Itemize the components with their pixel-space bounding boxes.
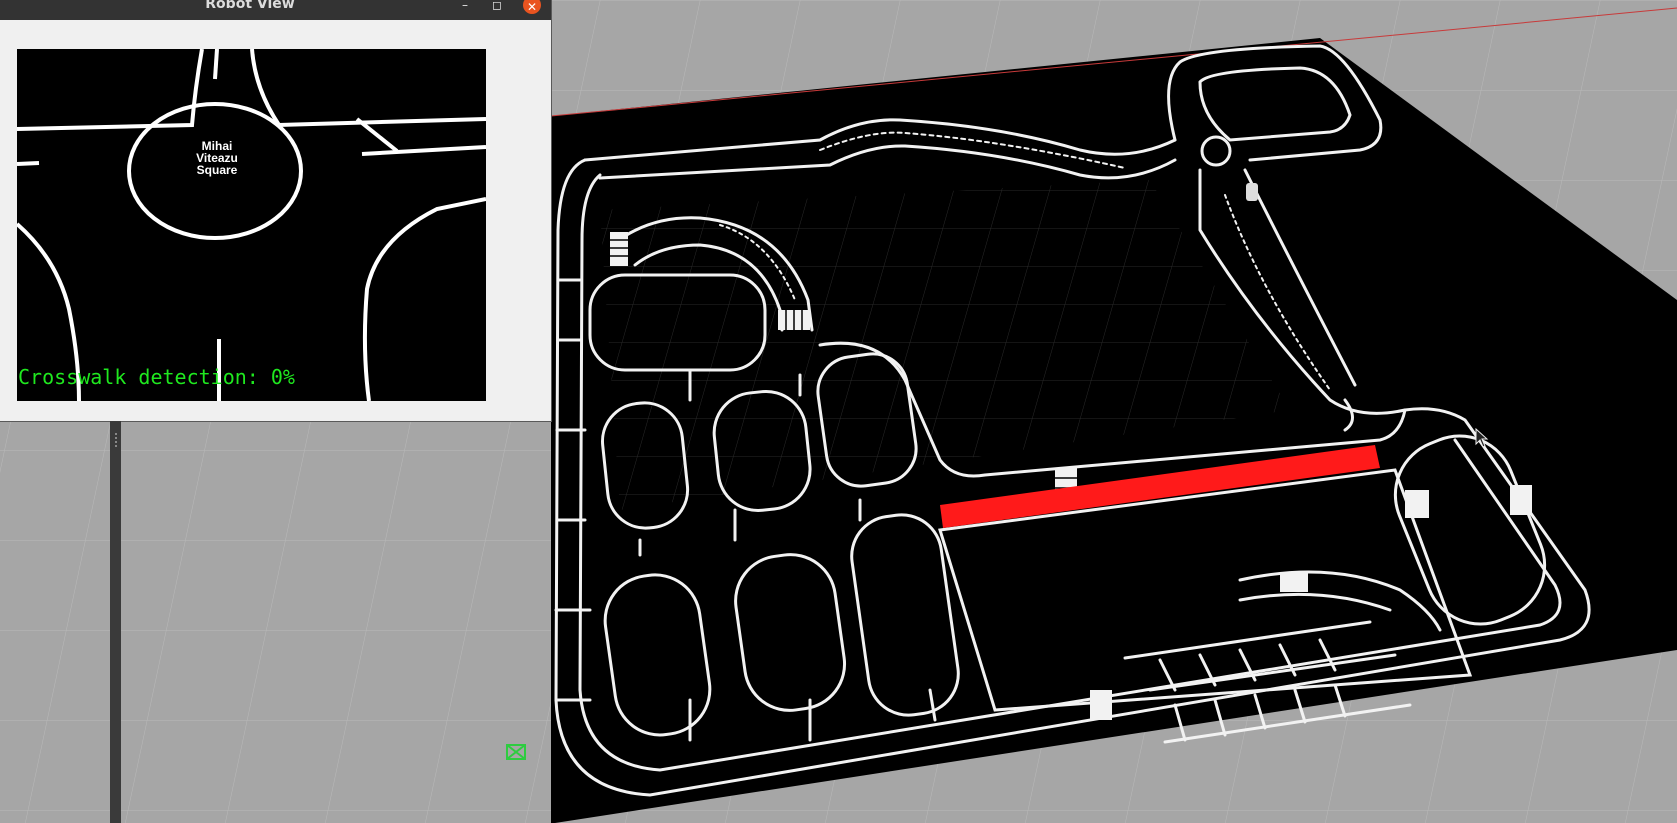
- minimize-button[interactable]: –: [456, 0, 474, 16]
- window-titlebar[interactable]: Robot View – ◻ ✕: [0, 0, 551, 20]
- close-button[interactable]: ✕: [523, 0, 541, 14]
- robot-car: [1246, 183, 1258, 201]
- sign-line-3: Square: [197, 163, 238, 177]
- side-panel-edge[interactable]: [110, 421, 121, 823]
- green-box-icon: [506, 744, 526, 760]
- window-title: Robot View: [205, 0, 295, 12]
- drag-handle[interactable]: [115, 433, 119, 447]
- camera-feed: Mihai Viteazu Square Crosswalk detection…: [17, 49, 486, 401]
- robot-view-window[interactable]: Robot View – ◻ ✕ Mihai Viteazu Square Cr…: [0, 0, 551, 421]
- crosswalk-detection-text: Crosswalk detection: 0%: [18, 365, 295, 389]
- mouse-pointer-icon: [1475, 428, 1489, 448]
- maximize-button[interactable]: ◻: [488, 0, 506, 16]
